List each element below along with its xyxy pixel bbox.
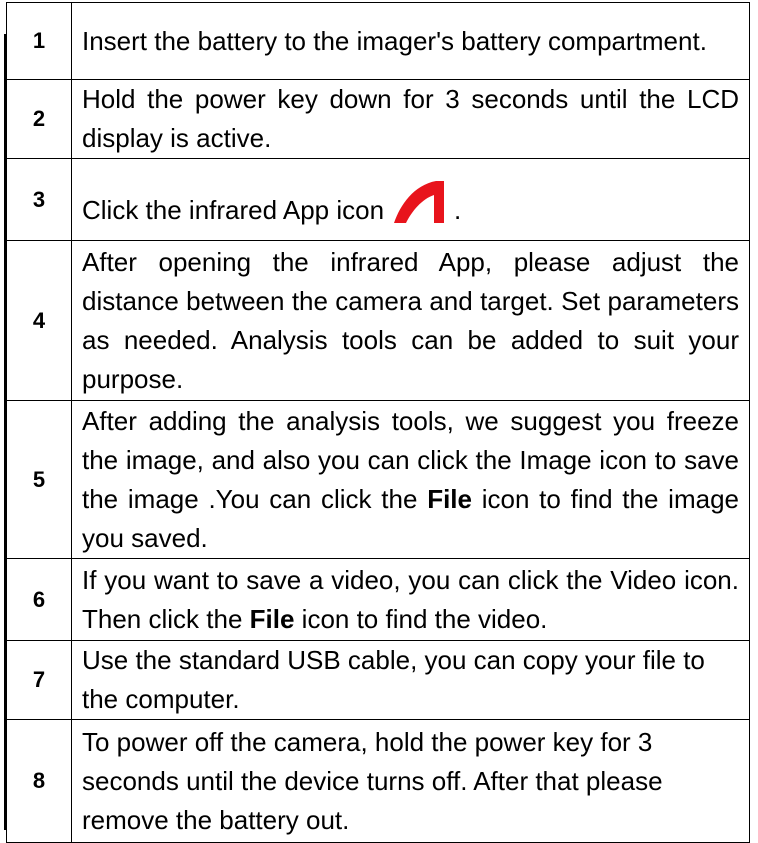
step-text: After adding the analysis tools, we sugg… — [71, 400, 750, 559]
step-text-part-b: icon to find the video. — [294, 603, 548, 634]
step-text: Click the infrared App icon. — [71, 158, 750, 241]
step-text: Use the standard USB cable, you can copy… — [71, 640, 750, 720]
step-text: Insert the battery to the imager's batte… — [71, 2, 750, 80]
file-label-bold: File — [427, 483, 472, 514]
step-number: 4 — [6, 240, 72, 401]
step-number: 3 — [6, 158, 72, 241]
step-row-3: 3 Click the infrared App icon. — [6, 158, 750, 241]
step-text: After opening the infrared App, please a… — [71, 240, 750, 401]
file-label-bold: File — [249, 603, 295, 634]
step-number: 5 — [6, 400, 72, 559]
step-row-6: 6 If you want to save a video, you can c… — [6, 558, 750, 641]
step-row-1: 1 Insert the battery to the imager's bat… — [6, 2, 750, 80]
step-row-7: 7 Use the standard USB cable, you can co… — [6, 640, 750, 720]
step-number: 6 — [6, 558, 72, 641]
step-number: 8 — [6, 719, 72, 843]
step-number: 7 — [6, 640, 72, 720]
step-row-5: 5 After adding the analysis tools, we su… — [6, 400, 750, 559]
step-row-2: 2 Hold the power key down for 3 seconds … — [6, 79, 750, 159]
infrared-app-icon — [392, 179, 448, 236]
instruction-steps-table: 1 Insert the battery to the imager's bat… — [6, 2, 750, 843]
step-row-4: 4 After opening the infrared App, please… — [6, 240, 750, 401]
step-text: If you want to save a video, you can cli… — [71, 558, 750, 641]
step-text: Hold the power key down for 3 seconds un… — [71, 79, 750, 159]
step-row-8: 8 To power off the camera, hold the powe… — [6, 719, 750, 843]
step-number: 2 — [6, 79, 72, 159]
step-number: 1 — [6, 2, 72, 80]
step-text: To power off the camera, hold the power … — [71, 719, 750, 843]
step-text-after-icon: . — [454, 195, 462, 225]
step-text-before-icon: Click the infrared App icon — [82, 195, 385, 225]
